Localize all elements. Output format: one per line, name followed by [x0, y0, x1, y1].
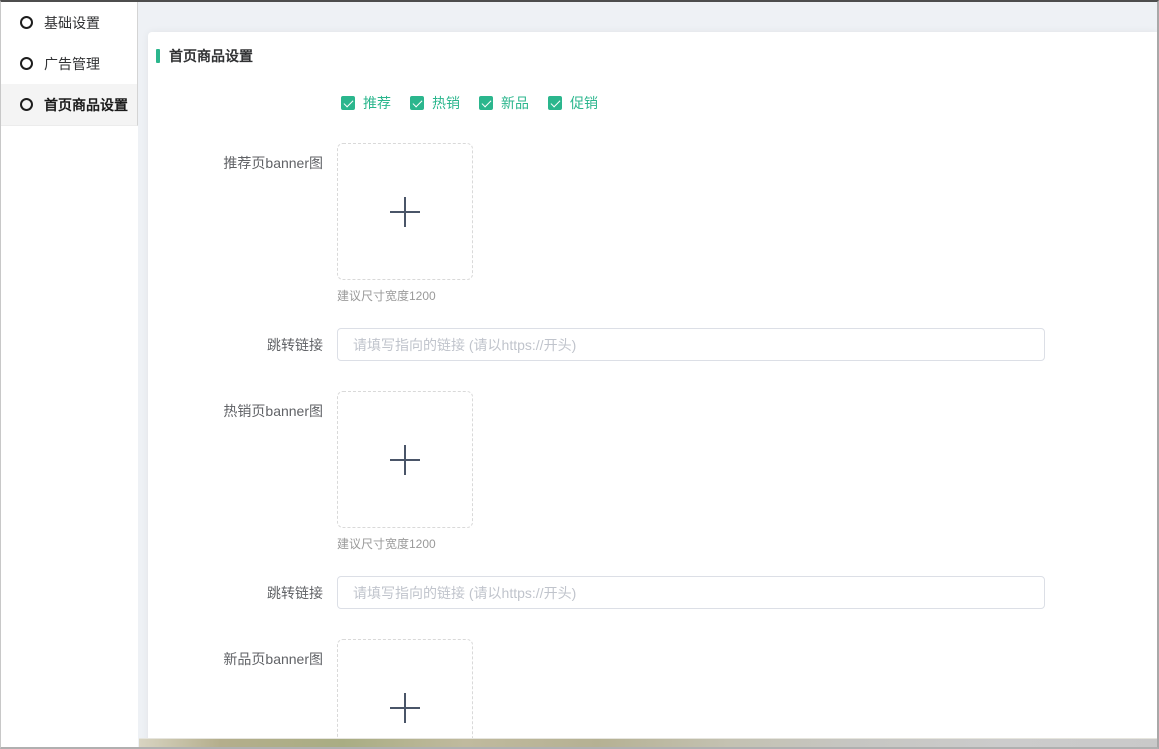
checkbox-label: 推荐 [363, 93, 391, 113]
settings-card: 首页商品设置 推荐 热销 新品 [148, 32, 1157, 747]
field-label: 跳转链接 [148, 335, 323, 355]
title-accent-bar [156, 49, 160, 63]
plus-icon [390, 445, 420, 475]
banner-upload-new-product[interactable] [337, 639, 473, 747]
sidebar-menu: 基础设置 广告管理 首页商品设置 [1, 2, 138, 126]
sidebar-item-label: 广告管理 [44, 54, 100, 74]
checkbox-recommended[interactable]: 推荐 [341, 93, 391, 113]
card-title-row: 首页商品设置 [156, 49, 1157, 63]
checkbox-promotion[interactable]: 促销 [548, 93, 598, 113]
field-label: 跳转链接 [148, 583, 323, 603]
checkbox-new-product[interactable]: 新品 [479, 93, 529, 113]
checkbox-label: 热销 [432, 93, 460, 113]
upload-control: 建议尺寸宽度1200 [337, 391, 473, 552]
page-title: 首页商品设置 [169, 49, 253, 63]
form-row-hot-sale-link: 跳转链接 [148, 576, 1157, 609]
banner-upload-hot-sale[interactable] [337, 391, 473, 528]
circle-icon [20, 98, 33, 111]
form-row-hot-sale-banner: 热销页banner图 建议尺寸宽度1200 [148, 391, 1157, 552]
checkbox-checked-icon[interactable] [548, 96, 562, 110]
checkbox-label: 新品 [501, 93, 529, 113]
field-label: 推荐页banner图 [148, 143, 323, 304]
checkbox-checked-icon[interactable] [479, 96, 493, 110]
upload-size-hint: 建议尺寸宽度1200 [337, 287, 473, 304]
form-row-new-product-banner: 新品页banner图 [148, 639, 1157, 747]
circle-icon [20, 16, 33, 29]
input-control [337, 328, 1045, 361]
settings-form: 推荐 热销 新品 促销 [148, 93, 1157, 747]
input-control [337, 576, 1045, 609]
upload-size-hint: 建议尺寸宽度1200 [337, 535, 473, 552]
checkbox-checked-icon[interactable] [410, 96, 424, 110]
upload-control [337, 639, 473, 747]
form-row-recommended-link: 跳转链接 [148, 328, 1157, 361]
circle-icon [20, 57, 33, 70]
checkbox-hot-sale[interactable]: 热销 [410, 93, 460, 113]
sidebar-item-label: 基础设置 [44, 13, 100, 33]
checkbox-checked-icon[interactable] [341, 96, 355, 110]
link-input-hot-sale[interactable] [337, 576, 1045, 609]
link-input-recommended[interactable] [337, 328, 1045, 361]
tab-checkbox-row: 推荐 热销 新品 促销 [341, 93, 1157, 113]
plus-icon [390, 197, 420, 227]
sidebar-item-label: 首页商品设置 [44, 95, 128, 115]
form-row-recommended-banner: 推荐页banner图 建议尺寸宽度1200 [148, 143, 1157, 304]
banner-upload-recommended[interactable] [337, 143, 473, 280]
settings-page: 基础设置 广告管理 首页商品设置 首页商品设置 [0, 0, 1159, 749]
sidebar: 基础设置 广告管理 首页商品设置 [1, 2, 138, 747]
sidebar-item-basic-settings[interactable]: 基础设置 [1, 2, 137, 43]
plus-icon [390, 693, 420, 723]
checkbox-label: 促销 [570, 93, 598, 113]
upload-control: 建议尺寸宽度1200 [337, 143, 473, 304]
sidebar-item-ad-management[interactable]: 广告管理 [1, 43, 137, 84]
field-label: 热销页banner图 [148, 391, 323, 552]
main-area: 首页商品设置 推荐 热销 新品 [138, 2, 1157, 747]
field-label: 新品页banner图 [148, 639, 323, 747]
bottom-image-strip [139, 738, 1157, 747]
sidebar-item-homepage-product-settings[interactable]: 首页商品设置 [1, 84, 137, 125]
